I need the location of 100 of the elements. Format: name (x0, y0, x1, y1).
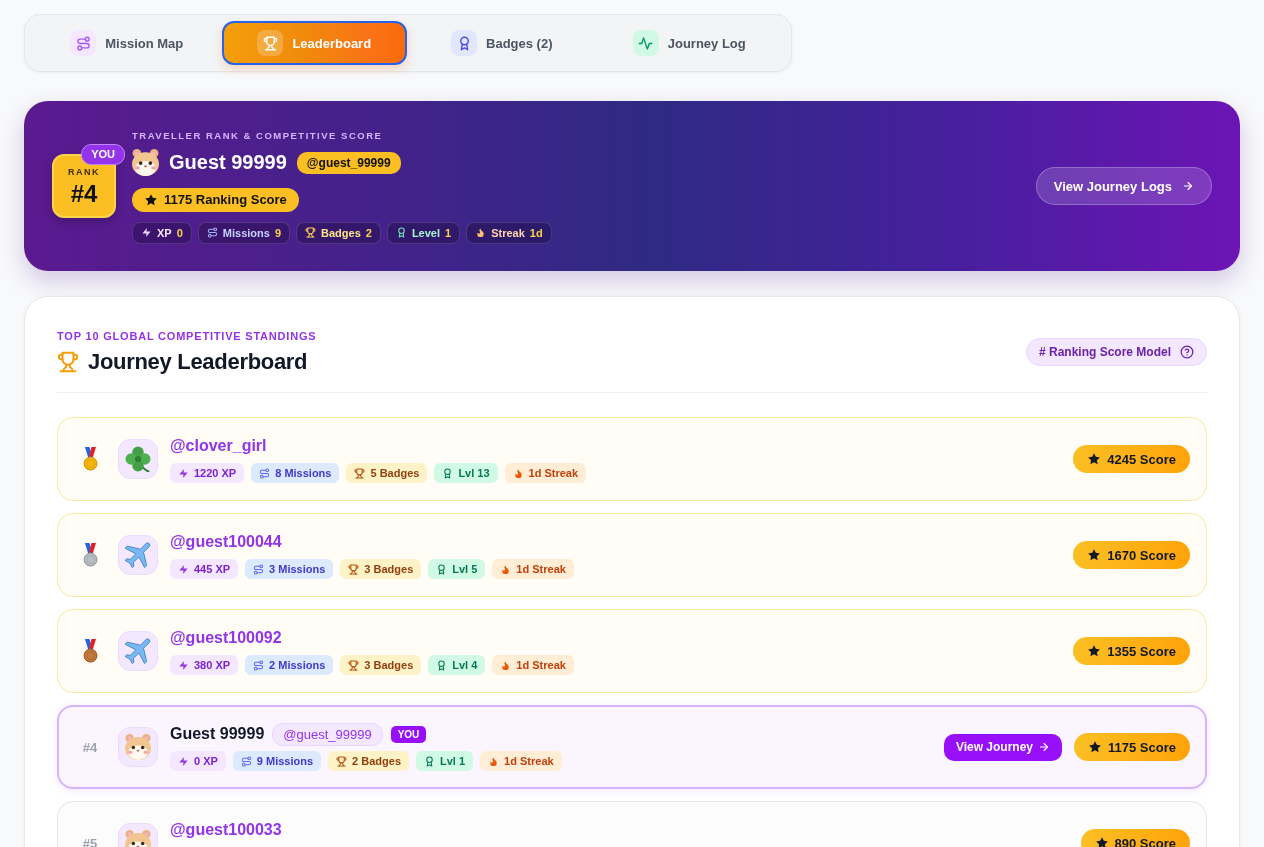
route-icon (253, 563, 265, 575)
score-text: 1175 Score (1108, 739, 1176, 755)
route-icon (240, 755, 252, 767)
section-eyebrow: TOP 10 GLOBAL COMPETITIVE STANDINGS (57, 329, 317, 344)
star-icon (1087, 548, 1102, 562)
award-icon (424, 755, 436, 767)
award-icon (395, 227, 407, 238)
stat-text: 8 Missions (275, 467, 332, 479)
ranking-model-button[interactable]: # Ranking Score Model (1025, 338, 1207, 366)
stat-text: 3 Badges (364, 659, 414, 671)
handle-tag: @guest_99999 (272, 722, 383, 746)
stat-label: Level (411, 226, 441, 239)
pulse-icon (632, 30, 659, 56)
award-icon (436, 563, 448, 575)
medal-icon (82, 639, 98, 663)
stat-value: 9 (274, 226, 281, 239)
stat-value: 0 (176, 226, 183, 239)
stat-label: Badges (321, 226, 361, 239)
view-journey-button[interactable]: View Journey (943, 733, 1063, 761)
stat-text: 1d Streak (504, 755, 554, 767)
star-icon (1094, 836, 1109, 847)
bolt-icon (141, 227, 152, 238)
handle-tag: @guest_99999 (296, 151, 401, 174)
stat-label: XP (157, 226, 172, 239)
user-name: @guest100033 (170, 821, 282, 839)
stat-text: 9 Missions (256, 755, 314, 767)
medal-icon (82, 543, 98, 567)
stat-text: Lvl 13 (458, 467, 490, 479)
user-name: @guest100092 (170, 629, 282, 647)
user-name: Guest 99999 (170, 725, 265, 743)
flame-icon (500, 659, 512, 671)
rank-label: RANK (68, 166, 100, 177)
trophy-icon (354, 467, 366, 479)
stat-text: 2 Missions (269, 659, 326, 671)
airplane-icon (118, 535, 158, 575)
stat-text: 1d Streak (516, 659, 566, 671)
tab[interactable]: Badges (2) (409, 21, 595, 65)
score-text: 4245 Score (1107, 451, 1176, 467)
trophy-icon (348, 563, 360, 575)
stat-text: 3 Missions (269, 563, 326, 575)
leaderboard-row[interactable]: #5 @guest100033 890 Score (57, 801, 1207, 847)
route-icon (259, 467, 271, 479)
leaderboard-row[interactable]: @guest100092 380 XP 2 Missions 3 Badges Lvl 4 1d Streak 1355 Score (57, 609, 1207, 693)
route-icon (70, 30, 97, 56)
arrow-right-icon (1038, 741, 1051, 753)
bolt-icon (178, 563, 189, 575)
banner-eyebrow: TRAVELLER RANK & COMPETITIVE SCORE (132, 128, 383, 143)
leaderboard-row[interactable]: @guest100044 445 XP 3 Missions 3 Badges Lvl 5 1d Streak 1670 Score (57, 513, 1207, 597)
tab[interactable]: Journey Log (596, 21, 782, 65)
flame-icon (512, 467, 524, 479)
score-text: 890 Score (1114, 835, 1176, 847)
stat-text: 445 XP (194, 563, 231, 575)
medal-icon (82, 447, 98, 471)
section-title: Journey Leaderboard (88, 349, 308, 375)
stat-value: 1d (529, 226, 543, 239)
award-icon (451, 30, 477, 56)
stat-text: 1d Streak (528, 467, 579, 479)
arrow-right-icon (1182, 180, 1194, 192)
award-icon (442, 467, 454, 479)
rank-number: #4 (70, 181, 98, 206)
rank-number: #5 (82, 835, 98, 847)
trophy-icon (348, 659, 360, 671)
stat-value: 1 (445, 226, 452, 239)
stat-label: Streak (491, 226, 525, 239)
flame-icon (500, 563, 512, 575)
leaderboard-row[interactable]: @clover_girl 1220 XP 8 Missions 5 Badges Lvl 13 1d Streak 4245 Score (57, 417, 1207, 501)
flame-icon (475, 227, 487, 238)
star-icon (1087, 644, 1102, 658)
user-name: @clover_girl (170, 437, 267, 455)
stat-label: Missions (222, 226, 270, 239)
you-tag: YOU (390, 725, 427, 743)
star-icon (1087, 452, 1102, 466)
route-icon (253, 659, 265, 671)
trophy-icon (336, 755, 348, 767)
user-name: Guest 99999 (169, 151, 287, 174)
view-journey-logs-button[interactable]: View Journey Logs (1035, 167, 1212, 205)
bolt-icon (178, 467, 189, 479)
trophy-icon (57, 351, 79, 373)
airplane-icon (118, 631, 158, 671)
stat-text: 2 Badges (352, 755, 402, 767)
tab[interactable]: Mission Map (34, 21, 220, 65)
stat-text: 1d Streak (516, 563, 566, 575)
flame-icon (488, 755, 500, 767)
star-icon (144, 192, 158, 207)
hamster-icon (118, 727, 158, 767)
award-icon (436, 659, 448, 671)
rank-number: #4 (82, 739, 98, 755)
stat-text: Lvl 4 (452, 659, 478, 671)
bolt-icon (178, 659, 189, 671)
score-text: 1670 Score (1107, 547, 1176, 563)
stat-text: Lvl 1 (440, 755, 466, 767)
score-text: 1355 Score (1107, 643, 1176, 659)
trophy-icon (257, 30, 284, 56)
leaderboard-row[interactable]: #4 Guest 99999 @guest_99999 YOU 0 XP 9 Missions 2 Badges Lvl 1 1d Streak View Journey 1175 Score (57, 705, 1207, 789)
stat-value: 2 (365, 226, 372, 239)
you-tag: YOU (81, 144, 125, 165)
bolt-icon (178, 755, 189, 767)
star-icon (1088, 740, 1103, 754)
help-icon (1180, 345, 1194, 359)
stat-text: 1220 XP (194, 467, 237, 479)
